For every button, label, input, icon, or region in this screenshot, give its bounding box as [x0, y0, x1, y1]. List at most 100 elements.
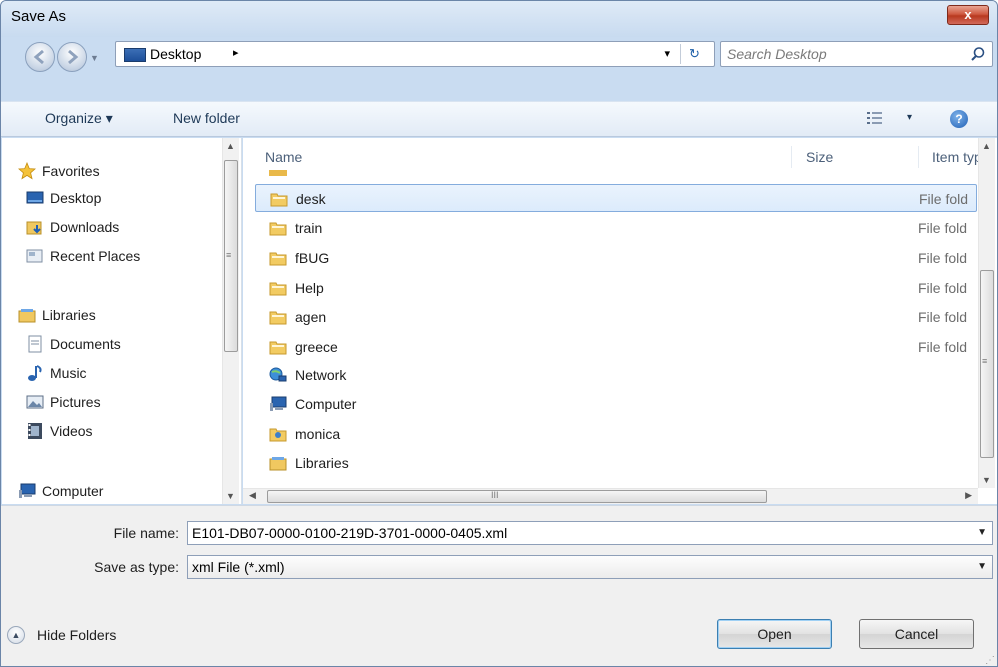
file-row-monica[interactable]: monica — [255, 420, 977, 448]
nav-item-computer[interactable]: Computer — [2, 478, 224, 504]
cancel-button[interactable]: Cancel — [859, 619, 974, 649]
file-list-horizontal-scrollbar[interactable]: ◀ III ▶ — [243, 488, 978, 504]
column-header-size[interactable]: Size — [806, 149, 833, 165]
close-button[interactable]: x — [947, 5, 989, 25]
save-as-type-select[interactable]: xml File (*.xml) ▼ — [187, 555, 993, 579]
file-row-libraries[interactable]: Libraries — [255, 449, 977, 477]
file-row-network[interactable]: Network — [255, 361, 977, 389]
file-name-field[interactable]: E101-DB07-0000-0100-219D-3701-0000-0405.… — [187, 521, 993, 545]
command-toolbar: Organize ▾ New folder ▾ ? — [1, 101, 997, 137]
nav-item-downloads[interactable]: Downloads — [2, 214, 224, 240]
nav-label-recent-places: Recent Places — [50, 248, 141, 264]
scroll-left-icon[interactable]: ◀ — [249, 490, 256, 501]
scroll-right-icon[interactable]: ▶ — [965, 490, 972, 501]
nav-item-music[interactable]: Music — [2, 360, 224, 386]
column-divider[interactable] — [918, 146, 919, 168]
file-row-agen[interactable]: agen File fold — [255, 303, 977, 331]
nav-label-desktop: Desktop — [50, 190, 102, 206]
network-icon — [269, 367, 287, 382]
nav-item-pictures[interactable]: Pictures — [2, 389, 224, 415]
navigation-pane: Favorites Desktop Downloads Recent Place… — [2, 138, 242, 504]
search-box[interactable] — [720, 41, 993, 67]
file-list-vertical-scrollbar[interactable]: ▲ ≡ ▼ — [978, 138, 995, 488]
view-options-dropdown[interactable]: ▾ — [907, 112, 912, 123]
refresh-button[interactable]: ↻ — [680, 44, 708, 64]
file-name-label: File name: — [113, 525, 179, 541]
pictures-icon — [26, 395, 44, 409]
nav-label-documents: Documents — [50, 336, 121, 352]
file-row-help[interactable]: Help File fold — [255, 274, 977, 302]
nav-item-videos[interactable]: Videos — [2, 418, 224, 444]
nav-label-downloads: Downloads — [50, 219, 120, 235]
scroll-down-icon[interactable]: ▼ — [226, 491, 235, 501]
scrollbar-thumb[interactable] — [267, 490, 767, 503]
column-divider[interactable] — [791, 146, 792, 168]
nav-item-favorites[interactable]: Favorites — [2, 158, 224, 184]
address-row: ▼ Desktop ▸ ▾ ↻ — [1, 35, 997, 75]
nav-item-desktop[interactable]: Desktop — [2, 185, 224, 211]
scroll-up-icon[interactable]: ▲ — [982, 141, 991, 151]
file-name-value[interactable]: E101-DB07-0000-0100-219D-3701-0000-0405.… — [192, 525, 507, 541]
file-type: File fold — [918, 309, 968, 325]
downloads-icon — [26, 221, 42, 235]
chevron-up-icon[interactable]: ▲ — [7, 626, 25, 644]
open-button[interactable]: Open — [717, 619, 832, 649]
back-arrow-icon — [33, 49, 44, 65]
save-as-dialog: Save As x ▼ Desktop ▸ ▾ ↻ Search Desktop… — [0, 0, 998, 667]
nav-item-documents[interactable]: Documents — [2, 331, 224, 357]
back-button[interactable] — [25, 42, 55, 72]
chevron-down-icon[interactable]: ▼ — [977, 561, 987, 572]
star-icon — [18, 162, 36, 180]
forward-button[interactable] — [57, 42, 87, 72]
file-name: greece — [295, 339, 338, 355]
nav-label-favorites: Favorites — [42, 163, 100, 179]
breadcrumb-arrow-icon[interactable]: ▸ — [233, 46, 239, 59]
recent-locations-dropdown[interactable]: ▼ — [90, 53, 99, 63]
window-title: Save As — [11, 8, 67, 25]
nav-label-libraries: Libraries — [42, 307, 96, 323]
hide-folders-button[interactable]: ▲ Hide Folders — [7, 626, 116, 644]
title-bar[interactable]: Save As x — [1, 1, 997, 37]
column-header-name[interactable]: Name — [265, 149, 302, 165]
search-icon[interactable] — [970, 46, 986, 62]
file-type: File fold — [918, 220, 968, 236]
desktop-icon — [26, 191, 44, 204]
address-dropdown-icon[interactable]: ▾ — [664, 47, 670, 60]
scroll-up-icon[interactable]: ▲ — [226, 141, 235, 151]
file-type: File fold — [918, 250, 968, 266]
navigation-pane-scrollbar[interactable]: ▲ ≡ ▼ — [222, 138, 239, 504]
save-as-type-value[interactable]: xml File (*.xml) — [192, 559, 285, 575]
file-name: Computer — [295, 396, 357, 412]
file-row-fbug[interactable]: fBUG File fold — [255, 244, 977, 272]
libraries-icon — [269, 457, 287, 471]
file-row-desk[interactable]: desk File fold — [255, 184, 977, 212]
chevron-down-icon[interactable]: ▼ — [977, 527, 987, 538]
address-location[interactable]: Desktop — [150, 46, 201, 62]
scrollbar-grip-icon: III — [491, 490, 499, 500]
resize-grip-icon[interactable]: ⋰ — [985, 655, 995, 666]
folder-icon — [269, 341, 287, 355]
new-folder-button[interactable]: New folder — [173, 110, 240, 126]
nav-label-pictures: Pictures — [50, 394, 101, 410]
nav-item-libraries[interactable]: Libraries — [2, 302, 224, 328]
scroll-down-icon[interactable]: ▼ — [982, 475, 991, 485]
file-name: fBUG — [295, 250, 330, 266]
file-row-greece[interactable]: greece File fold — [255, 333, 977, 361]
computer-icon — [270, 396, 287, 411]
libraries-icon — [18, 309, 36, 323]
file-row-train[interactable]: train File fold — [255, 214, 977, 242]
nav-item-recent-places[interactable]: Recent Places — [2, 243, 224, 269]
file-row-computer[interactable]: Computer — [255, 390, 977, 418]
recent-places-icon — [26, 249, 43, 263]
address-bar[interactable]: Desktop ▸ ▾ ↻ — [115, 41, 715, 67]
file-type: File fold — [918, 280, 968, 296]
videos-icon — [28, 423, 42, 439]
change-view-icon[interactable] — [867, 111, 883, 125]
nav-label-computer: Computer — [42, 483, 104, 499]
help-icon[interactable]: ? — [950, 110, 968, 128]
hide-folders-label[interactable]: Hide Folders — [37, 627, 116, 643]
organize-menu[interactable]: Organize ▾ — [45, 110, 113, 127]
file-type: File fold — [918, 339, 968, 355]
column-header-item-type[interactable]: Item typ — [932, 149, 982, 165]
search-input[interactable] — [727, 44, 957, 64]
